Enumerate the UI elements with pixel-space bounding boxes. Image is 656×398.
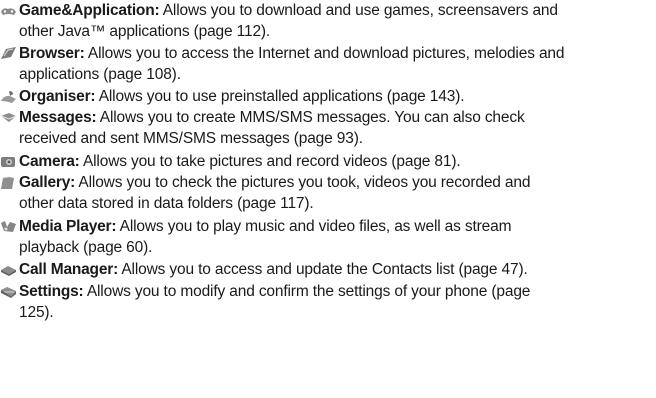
list-item-organiser: Organiser: Allows you to use preinstalle… (0, 86, 654, 107)
item-description-continued: 125). (19, 304, 54, 321)
feature-list-page: Game&Application: Allows you to download… (0, 0, 656, 398)
item-title: Messages: (19, 109, 97, 126)
organiser-icon (1, 91, 16, 103)
list-item-game-application: Game&Application: Allows you to download… (0, 0, 654, 42)
list-item-gallery: Gallery: Allows you to check the picture… (0, 172, 654, 214)
item-description: Allows you to download and use games, sc… (159, 2, 558, 19)
globe-browser-icon (1, 47, 16, 59)
item-description: Allows you to take pictures and record v… (79, 153, 461, 170)
camera-icon (1, 157, 15, 167)
settings-icon (1, 287, 16, 298)
item-description: Allows you to access and update the Cont… (118, 261, 528, 278)
item-description: Allows you to check the pictures you too… (75, 174, 531, 191)
item-description-continued: playback (page 60). (19, 239, 153, 256)
item-title: Gallery: (19, 174, 76, 191)
game-controller-icon (1, 8, 16, 15)
list-item-settings: Settings: Allows you to modify and confi… (0, 281, 654, 323)
item-title: Media Player: (19, 218, 117, 235)
item-description-continued: received and sent MMS/SMS messages (page… (19, 130, 363, 147)
item-title: Organiser: (19, 88, 96, 105)
list-item-messages: Messages: Allows you to create MMS/SMS m… (0, 107, 654, 149)
folder-icon (1, 176, 14, 189)
item-description-continued: applications (page 108). (19, 66, 181, 83)
item-description-continued: other Java™ applications (page 112). (19, 23, 271, 40)
item-description: Allows you to access the Internet and do… (84, 45, 565, 62)
list-item-media-player: Media Player: Allows you to play music a… (0, 216, 654, 258)
item-description: Allows you to play music and video files… (116, 218, 512, 235)
item-title: Browser: (19, 45, 85, 62)
item-description: Allows you to create MMS/SMS messages. Y… (96, 109, 525, 126)
list-item-browser: Browser: Allows you to access the Intern… (0, 43, 654, 85)
media-player-icon (1, 221, 16, 232)
item-description: Allows you to use preinstalled applicati… (95, 88, 465, 105)
item-description: Allows you to modify and confirm the set… (83, 283, 531, 300)
item-description-continued: other data stored in data folders (page … (19, 195, 314, 212)
item-title: Camera: (19, 153, 80, 170)
item-title: Game&Application: (19, 2, 160, 19)
item-title: Call Manager: (19, 261, 119, 278)
envelope-icon (0, 113, 17, 122)
item-title: Settings: (19, 283, 84, 300)
call-manager-icon (1, 266, 16, 276)
list-item-call-manager: Call Manager: Allows you to access and u… (0, 259, 654, 280)
list-item-camera: Camera: Allows you to take pictures and … (0, 151, 654, 172)
